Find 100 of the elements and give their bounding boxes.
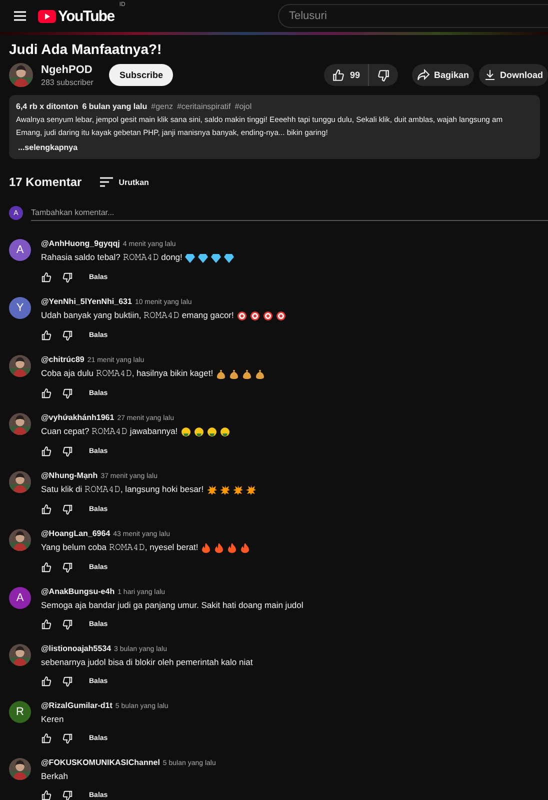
fire-icon xyxy=(201,542,212,552)
gem-icon xyxy=(198,252,208,262)
comment-text: Keren xyxy=(41,714,64,724)
comment-author[interactable]: @chitrúc89 xyxy=(41,355,84,364)
thumbs-up-icon xyxy=(41,676,52,687)
comment-author[interactable]: @FOKUSKOMUNIKASIChannel xyxy=(41,758,160,767)
thumbs-up-icon xyxy=(41,733,52,744)
target-icon xyxy=(276,310,286,320)
share-button[interactable]: Bagikan xyxy=(412,64,474,86)
fire-icon xyxy=(240,542,250,552)
comment-text: Udah banyak yang buktiin, 𝚁𝙾𝙼𝙰𝟺𝙳 emang gacor! xyxy=(41,310,234,321)
logo-text[interactable]: YouTube xyxy=(58,8,114,24)
thumbs-down-icon xyxy=(62,504,73,515)
download-button[interactable]: Download xyxy=(479,64,548,86)
comment-text: Coba aja dulu 𝚁𝙾𝙼𝙰𝟺𝙳, hasilnya bikin kaget! xyxy=(41,368,214,379)
search-field[interactable]: Telusuri xyxy=(278,4,548,28)
like-button[interactable] xyxy=(41,790,52,800)
dislike-button[interactable] xyxy=(62,272,73,283)
gem-icon xyxy=(211,252,222,262)
money-bag-icon xyxy=(216,368,226,378)
dislike-button[interactable] xyxy=(62,446,73,457)
subscriber-count: 283 subscriber xyxy=(41,78,94,86)
dislike-button[interactable] xyxy=(62,504,73,515)
comment-author[interactable]: @RizalGumilar-d1t xyxy=(41,701,112,710)
dislike-button[interactable] xyxy=(62,676,73,687)
comment-text: Rahasia saldo tebal? 𝚁𝙾𝙼𝙰𝟺𝙳 dong! xyxy=(41,252,182,263)
dislike-button[interactable] xyxy=(62,790,73,800)
like-button[interactable] xyxy=(41,562,52,573)
comment-text: Satu klik di 𝚁𝙾𝙼𝙰𝟺𝙳, langsung hoki besar! xyxy=(41,484,204,495)
comment-author[interactable]: @AnakBungsu-e4h xyxy=(41,587,115,596)
thumbs-down-icon xyxy=(62,446,73,457)
like-button[interactable] xyxy=(41,619,52,630)
comment-text: Semoga aja bandar judi ga panjang umur. Sakit hati doang main judol xyxy=(41,600,304,610)
thumbs-up-icon xyxy=(41,790,52,800)
comment-author[interactable]: @YenNhi_5lYenNhi_631 xyxy=(41,297,132,306)
burst-icon xyxy=(206,484,217,494)
hashtag-link[interactable]: #ceritainspiratif xyxy=(176,101,231,112)
thumbs-down-icon xyxy=(62,676,73,687)
dislike-button[interactable] xyxy=(62,733,73,744)
upload-age: 6 bulan yang lalu xyxy=(82,101,148,112)
like-button[interactable] xyxy=(41,272,52,283)
comment-text: sebenarnya judol bisa di blokir oleh pemerintah kalo niat xyxy=(41,657,253,667)
menu-icon[interactable] xyxy=(14,11,26,21)
dislike-button[interactable] xyxy=(62,562,73,573)
smiley-icon xyxy=(206,426,217,436)
subscribe-button[interactable]: Subscribe xyxy=(109,64,173,86)
sort-button[interactable]: Urutkan xyxy=(100,177,149,187)
target-icon xyxy=(262,310,273,320)
comment-input[interactable]: Tambahkan komentar... xyxy=(31,205,548,221)
smiley-icon xyxy=(180,426,191,436)
comment-author[interactable]: @AnhHuong_9gyqqj xyxy=(41,239,120,248)
description-panel[interactable] xyxy=(9,95,540,159)
like-button[interactable] xyxy=(41,676,52,687)
comment-text: Berkah xyxy=(41,771,68,781)
thumbs-down-icon xyxy=(62,272,73,283)
like-button[interactable] xyxy=(41,388,52,399)
like-button[interactable] xyxy=(41,330,52,341)
avatar: A xyxy=(9,587,31,609)
comment-author[interactable]: @Nhung-Mạnh xyxy=(41,471,98,480)
thumbs-down-icon xyxy=(62,562,73,573)
channel-name[interactable]: NgehPOD xyxy=(41,64,94,76)
thumbs-up-icon xyxy=(41,504,52,515)
dislike-button[interactable] xyxy=(62,619,73,630)
thumbs-down-icon xyxy=(62,388,73,399)
dislike-button[interactable] xyxy=(62,330,73,341)
share-icon xyxy=(416,69,430,81)
smiley-icon xyxy=(220,426,230,436)
target-icon xyxy=(236,310,247,320)
comment-text: Yang belum coba 𝚁𝙾𝙼𝙰𝟺𝙳, nyesel berat! xyxy=(41,542,198,553)
thumbs-up-icon xyxy=(41,562,52,573)
gem-icon xyxy=(185,252,196,262)
fire-icon xyxy=(214,542,224,552)
smiley-icon xyxy=(194,426,204,436)
like-button[interactable] xyxy=(41,446,52,457)
thumbs-up-icon xyxy=(41,619,52,630)
thumbs-down-icon xyxy=(62,733,73,744)
avatar: Y xyxy=(9,297,31,319)
thumbs-up-icon xyxy=(41,446,52,457)
dislike-button[interactable] xyxy=(62,388,73,399)
show-more-link[interactable]: ...selengkapnya xyxy=(18,142,533,153)
hashtag-link[interactable]: #genz xyxy=(151,101,173,112)
thumbs-down-icon xyxy=(62,619,73,630)
thumbs-down-icon xyxy=(62,790,73,800)
thumbs-up-icon xyxy=(41,330,52,341)
view-count: 6,4 rb x ditonton xyxy=(16,101,78,112)
gem-icon xyxy=(224,252,234,262)
comment-count: 17 Komentar xyxy=(9,175,82,189)
thumbs-down-icon xyxy=(62,330,73,341)
burst-icon xyxy=(246,484,256,494)
like-button[interactable] xyxy=(41,504,52,515)
comment-author[interactable]: @HoangLan_6964 xyxy=(41,529,110,538)
like-button[interactable] xyxy=(41,733,52,744)
target-icon xyxy=(250,310,260,320)
comment-author[interactable]: @listionoajah5534 xyxy=(41,644,112,653)
thumbs-up-icon xyxy=(332,68,345,82)
play-logo-icon[interactable] xyxy=(38,10,56,22)
comment-author[interactable]: @vyhứakhánh1961 xyxy=(41,413,114,422)
hashtag-link[interactable]: #ojol xyxy=(234,101,252,112)
thumbs-up-icon xyxy=(41,388,52,399)
money-bag-icon xyxy=(229,368,240,378)
